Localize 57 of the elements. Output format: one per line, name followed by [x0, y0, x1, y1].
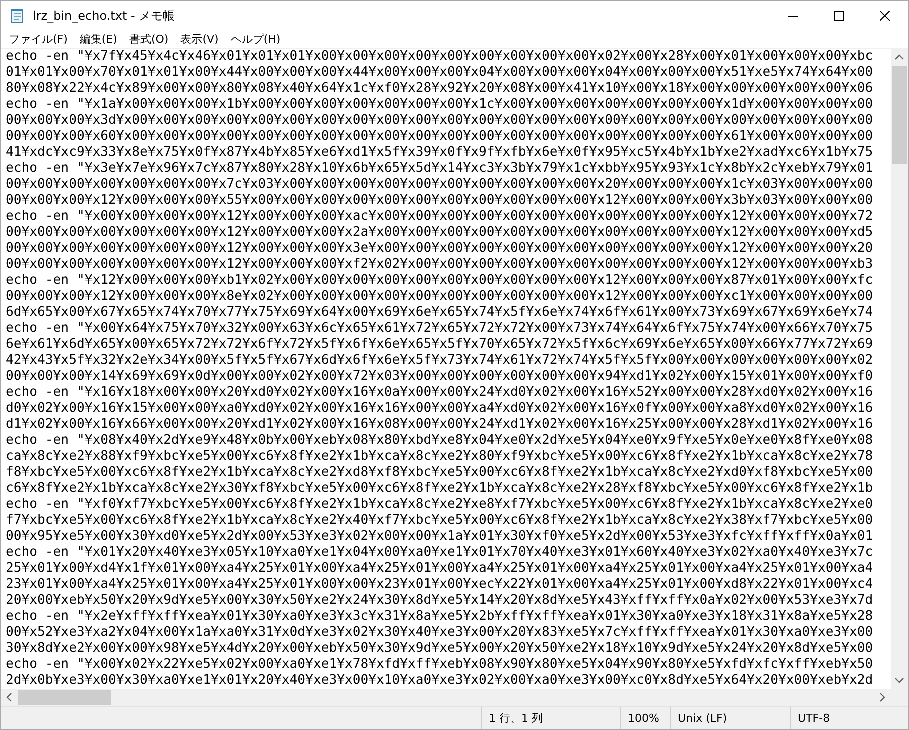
text-line: 20¥x00¥xeb¥x50¥x20¥x9d¥xe5¥x00¥x30¥x50¥xe2¥x24¥x30¥x8d¥xe5¥x14¥x20¥x8d¥xe5¥x43¥xff¥xff¥x0a¥x02¥x00¥x53¥xe3¥x7d [6, 593, 874, 609]
text-line: 00¥x00¥x00¥x12¥x00¥x00¥x00¥x55¥x00¥x00¥x00¥x00¥x00¥x00¥x00¥x00¥x00¥x00¥x00¥x12¥x00¥x00¥x00¥x3b¥x03¥x00¥x00¥x00 [6, 193, 874, 209]
text-line: 00¥x00¥x00¥x00¥x00¥x00¥x00¥x12¥x00¥x00¥x00¥x3e¥x00¥x00¥x00¥x00¥x00¥x00¥x00¥x00¥x00¥x00¥x00¥x12¥x00¥x00¥x00¥x20 [6, 241, 874, 257]
menu-item[interactable]: ファイル(F) [3, 32, 74, 47]
maximize-icon [834, 11, 844, 21]
window-title: lrz_bin_echo.txt - メモ帳 [33, 8, 176, 24]
text-line: 6e¥x61¥x6d¥x65¥x00¥x65¥x72¥x72¥x6f¥x72¥x5f¥x6f¥x6e¥x65¥x5f¥x70¥x65¥x72¥x5f¥x6c¥x69¥x6e¥x65¥x00¥x66¥x77¥x72¥x69 [6, 337, 874, 353]
text-line: echo -en "¥x00¥x02¥x22¥xe5¥x02¥x00¥xa0¥xe1¥x78¥xfd¥xff¥xeb¥x08¥x90¥x80¥xe5¥x04¥x90¥x80¥xe5¥xfd¥xfc¥xff¥xeb¥x50 [6, 657, 874, 673]
text-line: 41¥xdc¥xc9¥x33¥x8e¥x75¥x0f¥x87¥x4b¥x85¥xe6¥xd1¥x5f¥x39¥x0f¥x9f¥xfb¥x6e¥x0f¥x95¥xc5¥x4b¥x1b¥xe2¥xad¥xc6¥x1b¥x75 [6, 145, 874, 161]
text-line: echo -en "¥x00¥x64¥x75¥x70¥x32¥x00¥x63¥x6c¥x65¥x61¥x72¥x65¥x72¥x72¥x00¥x73¥x74¥x64¥x6f¥x75¥x74¥x00¥x66¥x70¥x75 [6, 321, 874, 337]
text-line: 00¥x00¥x00¥x60¥x00¥x00¥x00¥x00¥x00¥x00¥x00¥x00¥x00¥x00¥x00¥x00¥x00¥x00¥x00¥x00¥x00¥x00¥x00¥x61¥x00¥x00¥x00¥x00 [6, 129, 874, 145]
text-line: echo -en "¥x1a¥x00¥x00¥x00¥x1b¥x00¥x00¥x00¥x00¥x00¥x00¥x00¥x1c¥x00¥x00¥x00¥x00¥x00¥x00¥x00¥x1d¥x00¥x00¥x00¥x00 [6, 97, 874, 113]
menu-item[interactable]: ヘルプ(H) [224, 32, 287, 47]
text-line: 00¥x00¥x00¥x12¥x00¥x00¥x00¥x8e¥x02¥x00¥x00¥x00¥x00¥x00¥x00¥x00¥x00¥x00¥x00¥x12¥x00¥x00¥x00¥xc1¥x00¥x00¥x00¥x00 [6, 289, 874, 305]
close-icon [880, 11, 890, 21]
text-line: echo -en "¥x16¥x18¥x00¥x00¥x20¥xd0¥x02¥x00¥x16¥x0a¥x00¥x00¥x24¥xd0¥x02¥x00¥x16¥x52¥x00¥x00¥x28¥xd0¥x02¥x00¥x16 [6, 385, 874, 401]
text-line: echo -en "¥xf0¥xf7¥xbc¥xe5¥x00¥xc6¥x8f¥xe2¥x1b¥xca¥x8c¥xe2¥xe8¥xf7¥xbc¥xe5¥x00¥xc6¥x8f¥xe2¥x1b¥xca¥x8c¥xe2¥xe0 [6, 497, 874, 513]
text-line: d0¥x02¥x00¥x16¥x15¥x00¥x00¥xa0¥xd0¥x02¥x00¥x16¥x16¥x00¥x00¥xa4¥xd0¥x02¥x00¥x16¥x0f¥x00¥x00¥xa8¥xd0¥x02¥x00¥x16 [6, 401, 874, 417]
text-line: f8¥xbc¥xe5¥x00¥xc6¥x8f¥xe2¥x1b¥xca¥x8c¥xe2¥xd8¥xf8¥xbc¥xe5¥x00¥xc6¥x8f¥xe2¥x1b¥xca¥x8c¥xe2¥xd0¥xf8¥xbc¥xe5¥x00 [6, 465, 874, 481]
text-line: 80¥x08¥x22¥x4c¥x89¥x00¥x00¥x80¥x08¥x40¥x64¥x1c¥xf0¥x28¥x92¥x20¥x08¥x00¥x41¥x10¥x00¥x18¥x00¥x00¥x00¥x00¥x00¥x06 [6, 81, 874, 97]
horizontal-scrollbar[interactable] [1, 689, 891, 706]
status-text: 100% [620, 707, 670, 729]
menu-item[interactable]: 書式(O) [123, 32, 175, 47]
text-line: echo -en "¥x12¥x00¥x00¥x00¥xb1¥x02¥x00¥x00¥x00¥x00¥x00¥x00¥x00¥x00¥x00¥x00¥x12¥x00¥x00¥x00¥x87¥x01¥x00¥x00¥xfc [6, 273, 874, 289]
menu-item[interactable]: 編集(E) [74, 32, 124, 47]
text-line: 00¥x00¥x00¥x00¥x00¥x00¥x00¥x12¥x00¥x00¥x00¥xf2¥x02¥x00¥x00¥x00¥x00¥x00¥x00¥x00¥x00¥x00¥x00¥x12¥x00¥x00¥x00¥xb3 [6, 257, 874, 273]
text-line: echo -en "¥x00¥x00¥x00¥x00¥x12¥x00¥x00¥x00¥xac¥x00¥x00¥x00¥x00¥x00¥x00¥x00¥x00¥x00¥x00¥x00¥x12¥x00¥x00¥x00¥x72 [6, 209, 874, 225]
text-line: 00¥x00¥x00¥x3d¥x00¥x00¥x00¥x00¥x00¥x00¥x00¥x00¥x00¥x00¥x00¥x00¥x00¥x00¥x00¥x00¥x00¥x00¥x00¥x00¥x00¥x00¥x00¥x00 [6, 113, 874, 129]
text-line: 42¥x43¥x5f¥x32¥x2e¥x34¥x00¥x5f¥x5f¥x67¥x6d¥x6f¥x6e¥x5f¥x73¥x74¥x61¥x72¥x74¥x5f¥x5f¥x00¥x00¥x00¥x00¥x00¥x00¥x02 [6, 353, 874, 369]
menu-item[interactable]: 表示(V) [174, 32, 225, 47]
text-line: 00¥x52¥xe3¥xa2¥x04¥x00¥x1a¥xa0¥x31¥x0d¥xe3¥x02¥x30¥x40¥xe3¥x00¥x20¥x83¥xe5¥x7c¥xff¥xff¥xea¥x01¥x30¥xa0¥xe3¥x00 [6, 625, 874, 641]
text-line: ca¥x8c¥xe2¥x88¥xf9¥xbc¥xe5¥x00¥xc6¥x8f¥xe2¥x1b¥xca¥x8c¥xe2¥x80¥xf9¥xbc¥xe5¥x00¥xc6¥x8f¥xe2¥x1b¥xca¥x8c¥xe2¥x78 [6, 449, 874, 465]
text-line: 2d¥x0b¥xe3¥x00¥x30¥xa0¥xe1¥x01¥x20¥x40¥xe3¥x00¥x10¥xa0¥xe3¥x02¥x00¥xa0¥xe3¥x00¥xc0¥x8d¥xe5¥x64¥x20¥x00¥xeb¥x2d [6, 673, 874, 689]
notepad-icon [10, 8, 26, 24]
text-line: 30¥x8d¥xe2¥x00¥x00¥x98¥xe5¥x4d¥x20¥x00¥xeb¥x50¥x30¥x9d¥xe5¥x00¥x20¥x50¥xe2¥x18¥x10¥x9d¥xe5¥x24¥x20¥x8d¥xe5¥x00 [6, 641, 874, 657]
status-text: Unix (LF) [670, 707, 790, 729]
status-text: 1 行、1 列 [481, 707, 620, 729]
text-line: echo -en "¥x08¥x40¥x2d¥xe9¥x48¥x0b¥x00¥xeb¥x08¥x80¥xbd¥xe8¥x04¥xe0¥x2d¥xe5¥x04¥xe0¥x9f¥xe5¥x0e¥xe0¥x8f¥xe0¥x08 [6, 433, 874, 449]
text-line: echo -en "¥x3e¥x7e¥x96¥x7c¥x87¥x80¥x28¥x10¥x6b¥x65¥x5d¥x14¥xc3¥x3b¥x79¥x1c¥xbb¥x95¥x93¥x1c¥x8b¥x2c¥xeb¥x79¥x01 [6, 161, 874, 177]
text-line: c6¥x8f¥xe2¥x1b¥xca¥x8c¥xe2¥x30¥xf8¥xbc¥xe5¥x00¥xc6¥x8f¥xe2¥x1b¥xca¥x8c¥xe2¥x28¥xf8¥xbc¥xe5¥x00¥xc6¥x8f¥xe2¥x1b [6, 481, 874, 497]
text-line: 01¥x01¥x00¥x70¥x01¥x01¥x00¥x44¥x00¥x00¥x00¥x44¥x00¥x00¥x00¥x04¥x00¥x00¥x00¥x04¥x00¥x00¥x00¥x51¥xe5¥x74¥x64¥x00 [6, 65, 874, 81]
text-line: echo -en "¥x01¥x20¥x40¥xe3¥x05¥x10¥xa0¥xe1¥x04¥x00¥xa0¥xe1¥x01¥x70¥x40¥xe3¥x01¥x60¥x40¥xe3¥x02¥xa0¥x40¥xe3¥x7c [6, 545, 874, 561]
text-line: 00¥x00¥x00¥x00¥x00¥x00¥x00¥x7c¥x03¥x00¥x00¥x00¥x00¥x00¥x00¥x00¥x00¥x00¥x00¥x20¥x00¥x00¥x00¥x1c¥x03¥x00¥x00¥x00 [6, 177, 874, 193]
text-line: echo -en "¥x2e¥xff¥xff¥xea¥x01¥x30¥xa0¥xe3¥x3c¥x31¥x8a¥xe5¥x2b¥xff¥xff¥xea¥x01¥x30¥xa0¥xe3¥x18¥x31¥x8a¥xe5¥x28 [6, 609, 874, 625]
text-line: 6d¥x65¥x00¥x67¥x65¥x74¥x70¥x77¥x75¥x69¥x64¥x00¥x69¥x6e¥x65¥x74¥x5f¥x6e¥x74¥x6f¥x61¥x00¥x73¥x69¥x67¥x69¥x6e¥x74 [6, 305, 874, 321]
text-line: 00¥x00¥x00¥x00¥x00¥x00¥x00¥x12¥x00¥x00¥x00¥x2a¥x00¥x00¥x00¥x00¥x00¥x00¥x00¥x00¥x00¥x00¥x00¥x12¥x00¥x00¥x00¥xd5 [6, 225, 874, 241]
status-text: UTF-8 [790, 707, 908, 729]
text-line: echo -en "¥x7f¥x45¥x4c¥x46¥x01¥x01¥x01¥x00¥x00¥x00¥x00¥x00¥x00¥x00¥x00¥x00¥x02¥x00¥x28¥x00¥x01¥x00¥x00¥x00¥xbc [6, 49, 874, 65]
vertical-scrollbar[interactable] [891, 49, 908, 689]
text-line: 00¥x00¥x00¥x14¥x69¥x69¥x0d¥x00¥x00¥x02¥x00¥x72¥x03¥x00¥x00¥x00¥x00¥x00¥x00¥x94¥xd1¥x02¥x00¥x15¥x01¥x00¥x00¥xf0 [6, 369, 874, 385]
scroll-thumb[interactable] [892, 66, 907, 164]
text-line: 23¥x01¥x00¥xa4¥x25¥x01¥x00¥xa4¥x25¥x01¥x00¥x00¥x23¥x01¥x00¥xec¥x22¥x01¥x00¥xa4¥x25¥x01¥x00¥xd8¥x22¥x01¥x00¥xc4 [6, 577, 874, 593]
text-line: f7¥xbc¥xe5¥x00¥xc6¥x8f¥xe2¥x1b¥xca¥x8c¥xe2¥x40¥xf7¥xbc¥xe5¥x00¥xc6¥x8f¥xe2¥x1b¥xca¥x8c¥xe2¥x38¥xf7¥xbc¥xe5¥x00 [6, 513, 874, 529]
text-line: d1¥x02¥x00¥x16¥x66¥x00¥x00¥x20¥xd1¥x02¥x00¥x16¥x08¥x00¥x00¥x24¥xd1¥x02¥x00¥x16¥x25¥x00¥x00¥x28¥xd1¥x02¥x00¥x16 [6, 417, 874, 433]
text-line: 00¥x95¥xe5¥x00¥x30¥xd0¥xe5¥x2d¥x00¥x53¥xe3¥x02¥x00¥x00¥x1a¥x01¥x30¥xf0¥xe5¥x2d¥x00¥x53¥xe3¥xfc¥xff¥xff¥x0a¥x01 [6, 529, 874, 545]
scroll-thumb[interactable] [18, 690, 111, 705]
text-line: 25¥x01¥x00¥xd4¥x1f¥x01¥x00¥xa4¥x25¥x01¥x00¥xa4¥x25¥x01¥x00¥xa4¥x25¥x01¥x00¥xa4¥x25¥x01¥x00¥xa4¥x25¥x01¥x00¥xa4 [6, 561, 874, 577]
